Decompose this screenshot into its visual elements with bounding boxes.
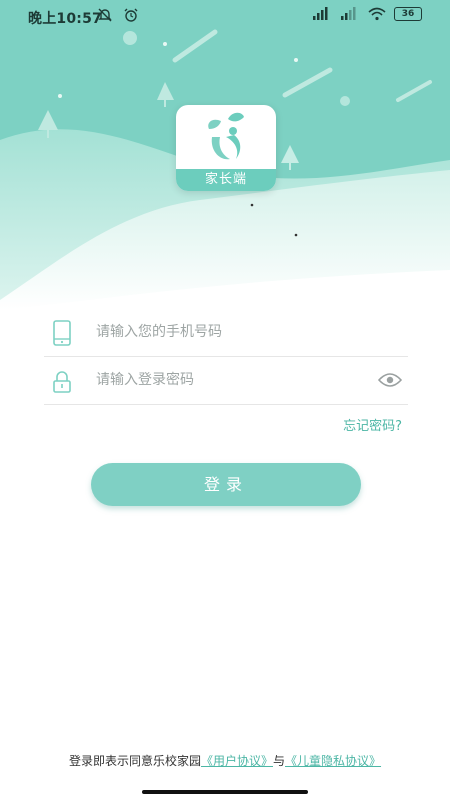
battery-indicator: 36 — [394, 7, 422, 21]
phone-input[interactable] — [94, 318, 368, 346]
signal-icon — [313, 7, 328, 20]
app-logo: 家长端 — [176, 105, 276, 191]
password-input[interactable] — [94, 366, 368, 394]
alarm-icon — [124, 8, 138, 22]
phone-icon — [53, 320, 71, 346]
status-bar: 晚上10:57 36 — [0, 0, 450, 32]
login-button[interactable]: 登录 — [91, 463, 361, 506]
user-agreement-link[interactable]: 《用户协议》 — [201, 754, 273, 768]
sprout-person-icon — [208, 112, 244, 160]
agreement-conjunction: 与 — [273, 754, 286, 768]
signal-icon-secondary — [341, 7, 356, 20]
lock-icon — [53, 371, 71, 393]
show-password-icon[interactable] — [378, 372, 402, 388]
forgot-password-link[interactable]: 忘记密码? — [343, 415, 402, 434]
agreement-text: 登录即表示同意乐校家园《用户协议》与《儿童隐私协议》 — [0, 752, 450, 769]
home-indicator[interactable] — [142, 790, 308, 794]
logo-label: 家长端 — [176, 169, 276, 191]
status-time: 晚上10:57 — [28, 11, 102, 27]
password-field — [44, 356, 408, 405]
wifi-icon — [368, 7, 386, 21]
phone-field — [44, 308, 408, 357]
agreement-prefix: 登录即表示同意乐校家园 — [68, 754, 201, 768]
notifications-off-icon — [98, 8, 112, 22]
privacy-agreement-link[interactable]: 《儿童隐私协议》 — [285, 754, 381, 768]
